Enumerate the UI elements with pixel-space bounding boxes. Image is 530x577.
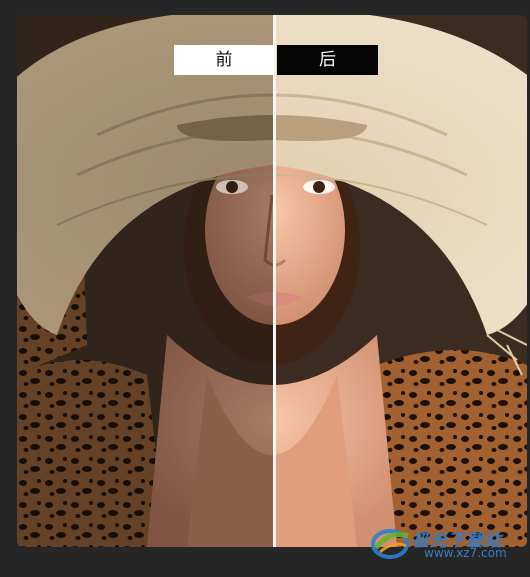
comparison-viewer[interactable]: 前 后 [17,15,527,547]
watermark: 极光下载站 www.xz7.com [370,522,525,562]
comparison-divider-handle[interactable] [273,15,276,547]
before-image [17,15,275,547]
after-label: 后 [277,45,378,75]
watermark-url: www.xz7.com [424,546,507,560]
after-image [275,15,527,547]
before-label: 前 [174,45,274,75]
aurora-logo-icon [371,529,409,559]
